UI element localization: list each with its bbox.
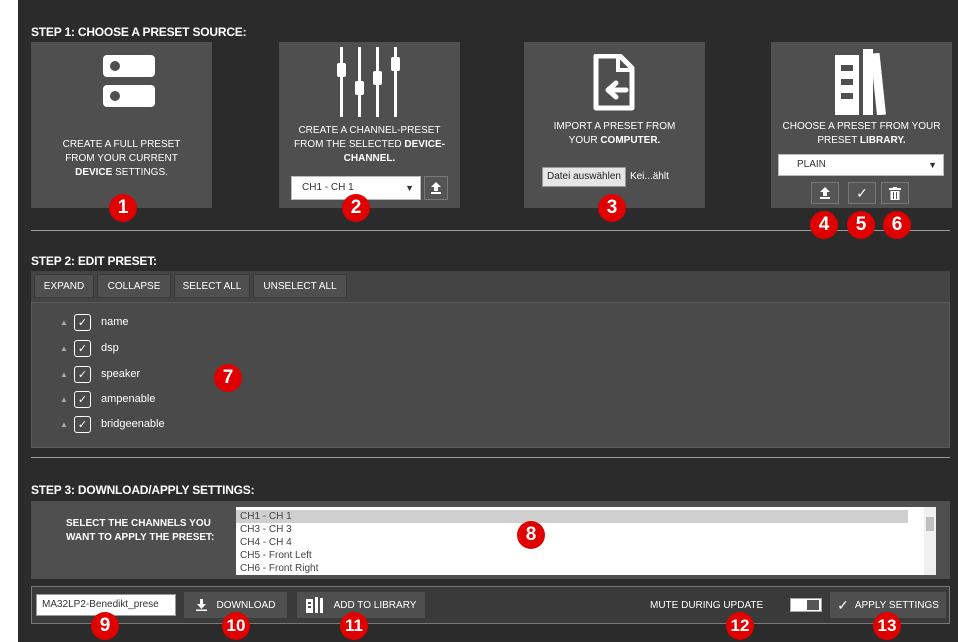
library-select-value: PLAIN xyxy=(797,159,826,170)
expand-triangle-icon[interactable]: ▲ xyxy=(60,318,74,327)
checkbox[interactable]: ✓ xyxy=(74,415,91,433)
select-all-button[interactable]: SELECT ALL xyxy=(174,274,250,298)
expand-button[interactable]: EXPAND xyxy=(34,274,94,298)
checkbox[interactable]: ✓ xyxy=(74,390,91,408)
tree-item-label: ampenable xyxy=(101,393,156,405)
channel-preset-card: CREATE A CHANNEL-PRESET FROM THE SELECTE… xyxy=(279,42,460,208)
download-label: DOWNLOAD xyxy=(216,599,276,611)
import-card-text: IMPORT A PRESET FROM YOUR COMPUTER. xyxy=(553,121,676,146)
marker-7: 7 xyxy=(214,364,242,392)
tree-item-bridgeenable[interactable]: ▲ ✓ bridgeenable xyxy=(60,414,165,434)
expand-triangle-icon[interactable]: ▲ xyxy=(60,370,74,379)
marker-9: 9 xyxy=(91,612,119,640)
add-to-library-label: ADD TO LIBRARY xyxy=(333,599,417,611)
marker-10: 10 xyxy=(222,612,250,640)
edit-toolbar: EXPAND COLLAPSE SELECT ALL UNSELECT ALL xyxy=(31,271,950,302)
chevron-down-icon: ▼ xyxy=(405,183,414,193)
tree-item-label: name xyxy=(101,316,129,328)
step3-title: STEP 3: DOWNLOAD/APPLY SETTINGS: xyxy=(31,483,255,497)
marker-8: 8 xyxy=(517,521,545,549)
marker-13: 13 xyxy=(873,612,901,640)
import-preset-card: IMPORT A PRESET FROM YOUR COMPUTER. Date… xyxy=(524,42,705,208)
channel-select-value: CH1 - CH 1 xyxy=(302,182,354,193)
file-status: Kei...ählt xyxy=(629,171,669,182)
tree-item-dsp[interactable]: ▲ ✓ dsp xyxy=(60,338,119,358)
chevron-down-icon: ▼ xyxy=(928,160,937,170)
library-books-icon xyxy=(835,49,886,115)
library-books-icon xyxy=(305,597,323,613)
expand-triangle-icon[interactable]: ▲ xyxy=(60,395,74,404)
tree-item-speaker[interactable]: ▲ ✓ speaker xyxy=(60,364,140,384)
device-card-text: CREATE A FULL PRESET FROM YOUR CURRENT D… xyxy=(62,139,181,178)
step1-title: STEP 1: CHOOSE A PRESET SOURCE: xyxy=(31,25,247,39)
upload-icon xyxy=(820,187,830,199)
create-channel-preset-button[interactable] xyxy=(424,176,448,200)
mixer-faders-icon xyxy=(337,47,400,117)
library-load-button[interactable]: ✓ xyxy=(848,182,876,204)
channel-list-item[interactable]: CH4 - CH 4 xyxy=(236,536,936,549)
channels-label: SELECT THE CHANNELS YOU WANT TO APPLY TH… xyxy=(66,518,215,543)
marker-3: 3 xyxy=(598,194,626,222)
preset-manager-panel: STEP 1: CHOOSE A PRESET SOURCE: CREATE A… xyxy=(18,0,958,642)
action-bar: MA32LP2-Benedikt_prese DOWNLOAD ADD TO L… xyxy=(31,586,950,624)
checkbox[interactable]: ✓ xyxy=(74,339,91,357)
channel-apply-area: SELECT THE CHANNELS YOU WANT TO APPLY TH… xyxy=(31,501,950,579)
marker-11: 11 xyxy=(340,612,368,640)
file-input[interactable]: Datei auswählen Kei...ählt xyxy=(542,167,669,187)
channel-list-item[interactable]: CH5 - Front Left xyxy=(236,549,936,562)
server-icon xyxy=(103,55,155,107)
library-card-text: CHOOSE A PRESET FROM YOUR PRESET LIBRARY… xyxy=(782,121,941,146)
preset-tree: ▲ ✓ name ▲ ✓ dsp ▲ ✓ speaker ▲ ✓ ampenable ▲ ✓ bri… xyxy=(31,302,950,448)
checkbox[interactable]: ✓ xyxy=(74,365,91,383)
tree-item-name[interactable]: ▲ ✓ name xyxy=(60,312,129,332)
upload-icon xyxy=(431,182,441,194)
mute-label: MUTE DURING UPDATE xyxy=(650,600,764,611)
choose-file-button[interactable]: Datei auswählen xyxy=(542,167,626,187)
check-icon: ✓ xyxy=(837,596,849,613)
marker-5: 5 xyxy=(847,211,875,239)
library-preset-card: CHOOSE A PRESET FROM YOUR PRESET LIBRARY… xyxy=(771,42,952,208)
scrollbar[interactable] xyxy=(924,507,936,575)
mute-toggle[interactable] xyxy=(790,598,822,612)
tree-item-ampenable[interactable]: ▲ ✓ ampenable xyxy=(60,389,155,409)
library-delete-button[interactable] xyxy=(881,182,909,204)
channel-list[interactable]: CH1 - CH 1 CH3 - CH 3 CH4 - CH 4 CH5 - F… xyxy=(236,507,936,575)
library-select[interactable]: PLAIN ▼ xyxy=(778,154,944,176)
check-icon: ✓ xyxy=(856,185,868,201)
marker-12: 12 xyxy=(726,612,754,640)
divider xyxy=(31,457,950,458)
expand-triangle-icon[interactable]: ▲ xyxy=(60,344,74,353)
channel-list-item[interactable]: CH6 - Front Right xyxy=(236,562,936,575)
trash-icon xyxy=(889,186,901,200)
marker-4: 4 xyxy=(810,211,838,239)
step2-title: STEP 2: EDIT PRESET: xyxy=(31,254,157,268)
channel-list-item[interactable]: CH1 - CH 1 xyxy=(236,510,908,523)
marker-2: 2 xyxy=(342,194,370,222)
library-upload-button[interactable] xyxy=(811,182,839,204)
scrollbar-thumb[interactable] xyxy=(926,517,934,531)
expand-triangle-icon[interactable]: ▲ xyxy=(60,420,74,429)
unselect-all-button[interactable]: UNSELECT ALL xyxy=(253,274,347,298)
marker-6: 6 xyxy=(883,211,911,239)
download-icon xyxy=(195,599,207,611)
apply-settings-label: APPLY SETTINGS xyxy=(854,599,939,611)
device-preset-card[interactable]: CREATE A FULL PRESET FROM YOUR CURRENT D… xyxy=(31,42,212,208)
marker-1: 1 xyxy=(109,194,137,222)
mute-toggle-knob xyxy=(807,600,819,610)
channel-list-item[interactable]: CH3 - CH 3 xyxy=(236,523,936,536)
tree-item-label: bridgeenable xyxy=(101,418,165,430)
channel-card-text: CREATE A CHANNEL-PRESET FROM THE SELECTE… xyxy=(294,125,445,164)
tree-item-label: dsp xyxy=(101,342,119,354)
collapse-button[interactable]: COLLAPSE xyxy=(97,274,171,298)
file-import-icon xyxy=(593,54,635,111)
tree-item-label: speaker xyxy=(101,368,141,380)
checkbox[interactable]: ✓ xyxy=(74,313,91,331)
